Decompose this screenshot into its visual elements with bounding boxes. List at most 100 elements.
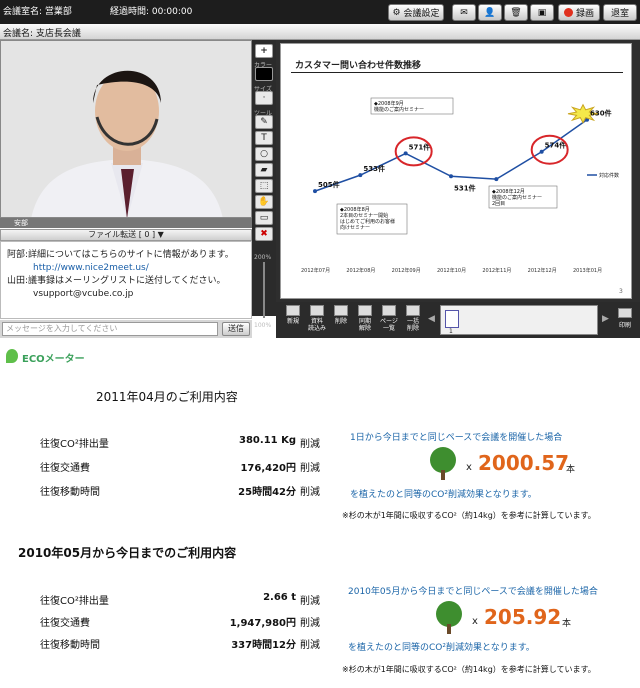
thumbnail-strip: 1 [440,305,598,335]
video-feed [0,40,252,218]
x-tick-label: 2012年09月 [392,267,421,274]
participant-name: 安部 [14,219,28,227]
total-note: ※杉の木が1年間に吸収するCO²（約14kg）を参考に計算しています。 [342,665,596,674]
month-time-unit: 削減 [300,487,320,498]
sync-off-button[interactable]: 同期 解除 [354,305,376,332]
leave-button[interactable]: 退室 [603,4,637,21]
x-tick-label: 2012年07月 [301,267,330,274]
month-time-label: 往復移動時間 [40,487,100,498]
share-button[interactable]: ▣ [530,4,554,21]
record-button[interactable]: 録画 [558,4,600,21]
data-point [539,149,544,154]
delete-button[interactable]: 削除 [330,305,352,325]
total-co2-label: 往復CO²排出量 [40,596,109,607]
message-input[interactable]: メッセージを入力してください [2,322,218,336]
chat-message: 山田:議事録はメーリングリストに送付してください。 [7,276,226,286]
color-picker[interactable] [255,67,273,81]
file-transfer-bar[interactable]: ファイル転送 [ 0 ] ▼ [0,229,252,241]
sync-icon [358,305,372,316]
load-doc-button[interactable]: 資料 読込み [306,305,328,332]
annotation-text: ◆2008年9月 [374,100,404,107]
total-time-value: 337時間12分 [231,640,296,651]
total-fare-value: 1,947,980円 [229,618,296,629]
total-prediction-head: 2010年05月から今日までと同じペースで会議を開催した場合 [348,587,598,597]
chat-log: 阿部:詳細についてはこちらのサイトに情報があります。 http://www.ni… [0,241,252,319]
clear-icon[interactable]: ✖ [255,227,273,241]
thumbnail[interactable] [445,310,459,328]
month-fare-value: 176,420円 [240,463,296,474]
print-button[interactable]: 印刷 [614,308,636,329]
total-time-label: 往復移動時間 [40,640,100,651]
invite-button[interactable]: ✉ [452,4,476,21]
total-title: 2010年05月から今日までのご利用内容 [18,546,237,560]
eraser-icon[interactable]: ▰ [255,163,273,177]
month-tree-unit: 本 [566,465,576,475]
month-co2-label: 往復CO²排出量 [40,439,109,450]
month-prediction-tail: を植えたのと同等のCO²削減効果となります。 [350,490,537,500]
chevron-down-icon: ▼ [157,230,164,239]
elapsed-time: 経過時間: 00:00:00 [110,7,193,17]
mail-icon: ✉ [460,7,468,18]
thumb-page: 1 [449,328,453,335]
annotation-text: 機能のご案内セミナー [492,194,542,201]
delete-icon [334,305,348,316]
trash-icon: 🗑 [510,7,522,18]
chat-link[interactable]: http://www.nice2meet.us/ [7,262,251,275]
total-time-unit: 削減 [300,640,320,651]
data-label: 630件 [590,109,612,118]
participant-name-bar: 安部 [0,218,252,228]
eco-meter: ECOメーター 2011年04月のご利用内容 往復CO²排出量 380.11 K… [0,338,640,688]
chat-message: 阿部:詳細についてはこちらのサイトに情報があります。 [7,250,234,260]
month-title: 2011年04月のご利用内容 [96,390,238,404]
meeting-name: 会議名: 支店長会議 [3,29,81,39]
multiply-sign: x [466,462,472,473]
month-fare-unit: 削減 [300,463,320,474]
slide-canvas: カスタマー問い合わせ件数推移 505件533件571件531件526件574件6… [280,43,632,299]
marker-icon[interactable]: ▭ [255,211,273,225]
send-button[interactable]: 送信 [222,322,250,336]
size-picker[interactable]: · [255,91,273,105]
data-point [494,177,499,182]
zoom-in-button[interactable]: + [255,44,273,58]
series-line [314,119,588,192]
meeting-settings-button[interactable]: ⚙ 会議設定 [388,4,444,21]
tree-icon [436,601,462,634]
top-bar: 会議室名: 営業部 経過時間: 00:00:00 ⚙ 会議設定 ✉ 👤 🗑 ▣ … [0,0,640,24]
delete-all-button[interactable]: 一括 削除 [402,305,424,332]
leaf-icon [6,349,18,363]
prev-icon[interactable]: ◀ [428,314,435,324]
new-button[interactable]: 新規 [282,305,304,325]
room-name: 会議室名: 営業部 [3,7,72,17]
chat-email: vsupport@vcube.co.jp [33,289,134,299]
page-number: 3 [619,288,623,295]
load-icon [310,305,324,316]
zoom-min-label: 100% [254,322,272,329]
delete-all-icon [406,305,420,316]
data-label: 574件 [545,141,567,150]
text-tool-icon[interactable]: T [255,131,273,145]
print-icon [618,308,632,318]
month-co2-value: 380.11 Kg [239,435,296,446]
page-list-button[interactable]: ページ 一覧 [378,305,400,332]
annotation-text: ◆2008年8月 [340,206,370,213]
x-tick-label: 2012年08月 [346,267,375,274]
circle-tool-icon[interactable]: ○ [255,147,273,161]
x-tick-label: 2012年10月 [437,267,466,274]
next-icon[interactable]: ▶ [602,314,609,324]
data-label: 505件 [318,180,340,189]
month-tree-count: 2000.57 [478,451,570,475]
meeting-settings-label: 会議設定 [403,9,440,19]
pen-icon[interactable]: ✎ [255,115,273,129]
total-co2-value: 2.66 t [263,592,296,603]
gear-icon: ⚙ [392,7,401,18]
total-fare-unit: 削減 [300,618,320,629]
participants-button[interactable]: 👤 [478,4,502,21]
tree-icon [430,447,456,480]
participant-video [1,41,251,217]
trash-button[interactable]: 🗑 [504,4,528,21]
annotation-text: ◆2008年12月 [492,188,525,195]
select-tool-icon[interactable]: ⬚ [255,179,273,193]
record-icon [563,8,573,17]
zoom-slider[interactable] [263,262,265,318]
hand-icon[interactable]: ✋ [255,195,273,209]
